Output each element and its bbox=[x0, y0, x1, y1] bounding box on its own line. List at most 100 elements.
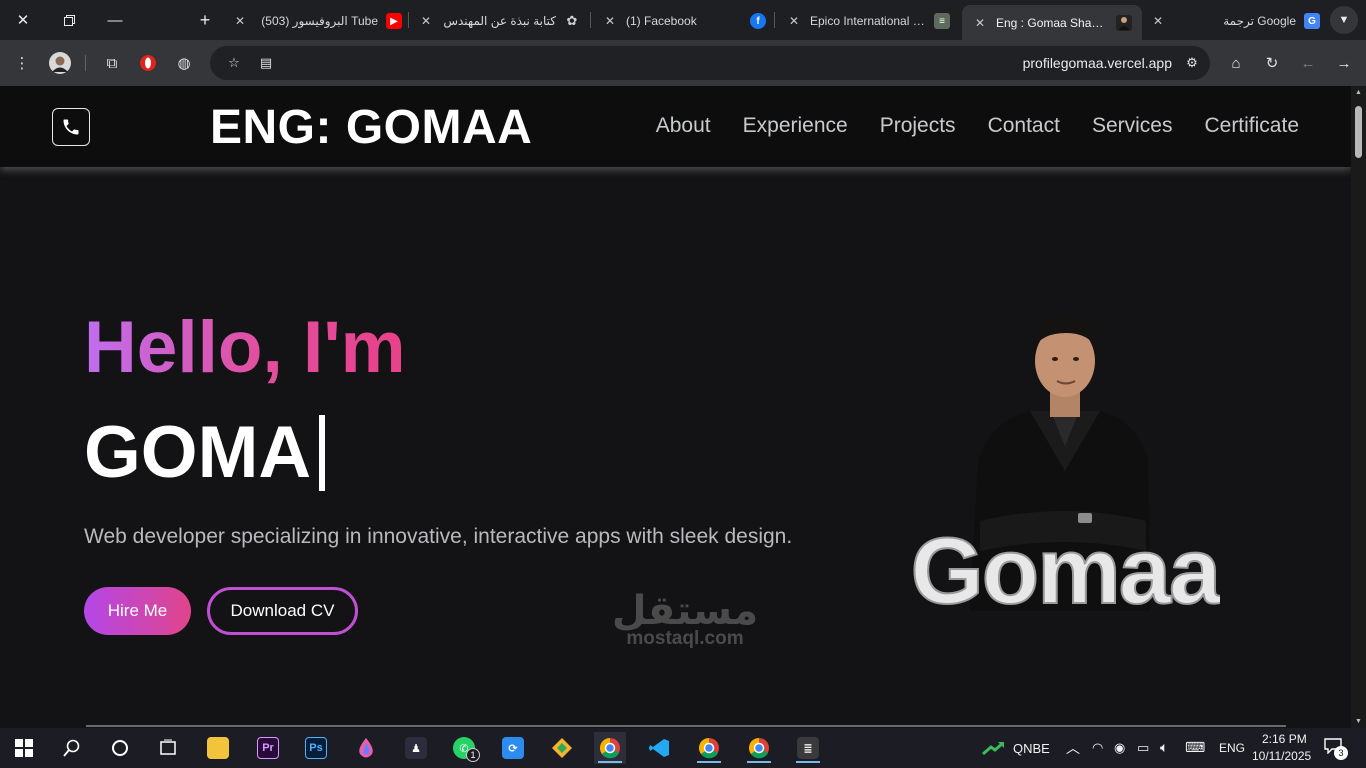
tab-gomaa-active[interactable]: ✕ Eng : Gomaa Shaban bbox=[962, 5, 1142, 40]
tab-close-icon[interactable]: ✕ bbox=[972, 16, 988, 30]
forward-button[interactable]: → bbox=[1330, 49, 1358, 77]
taskbar-app-doc[interactable]: ≣ bbox=[792, 732, 824, 764]
chevron-down-icon: ▼ bbox=[1338, 14, 1350, 26]
menu-button[interactable]: ⋮ bbox=[8, 49, 36, 77]
nav-services[interactable]: Services bbox=[1092, 114, 1173, 138]
tab-chatgpt[interactable]: ✕ كتابة نبذة عن المهندس ✿ bbox=[418, 6, 580, 36]
nav-about[interactable]: About bbox=[656, 114, 711, 138]
start-button[interactable] bbox=[8, 732, 40, 764]
network-icon[interactable]: ◠ bbox=[1092, 740, 1103, 756]
close-window-button[interactable]: ✕ bbox=[0, 0, 46, 40]
back-button[interactable]: ← bbox=[1294, 49, 1322, 77]
puzzle-icon: ⧉ bbox=[106, 54, 118, 72]
notification-center-button[interactable]: 3 bbox=[1324, 738, 1348, 760]
task-view-icon bbox=[160, 739, 176, 755]
nav-experience[interactable]: Experience bbox=[743, 114, 848, 138]
nav-contact[interactable]: Contact bbox=[988, 114, 1060, 138]
tab-close-icon[interactable]: ✕ bbox=[602, 14, 618, 28]
scroll-thumb[interactable] bbox=[1355, 106, 1362, 158]
epico-icon: ≡ bbox=[934, 13, 950, 29]
taskbar-app-person[interactable]: ♟ bbox=[400, 732, 432, 764]
chrome-icon bbox=[699, 738, 719, 759]
tab-close-icon[interactable]: ✕ bbox=[1150, 14, 1166, 28]
extension-globe-button[interactable]: ◍ bbox=[170, 49, 198, 77]
tray-chevron-up-icon[interactable]: ︿ bbox=[1066, 738, 1080, 758]
battery-icon[interactable]: ▭ bbox=[1137, 740, 1149, 756]
restore-window-button[interactable] bbox=[46, 0, 92, 40]
address-bar[interactable]: ☆ ▤ profilegomaa.vercel.app ⚙ bbox=[210, 46, 1210, 80]
tab-close-icon[interactable]: ✕ bbox=[232, 14, 248, 28]
translate-page-icon[interactable]: ▤ bbox=[256, 53, 276, 73]
clock-date[interactable]: 10/11/2025 bbox=[1252, 749, 1311, 763]
stock-widget[interactable] bbox=[982, 740, 1006, 761]
taskbar-app-drop[interactable] bbox=[350, 732, 382, 764]
sync-app-icon: ⟳ bbox=[502, 737, 524, 759]
tab-close-icon[interactable]: ✕ bbox=[418, 14, 434, 28]
tab-search-dropdown-button[interactable]: ▼ bbox=[1330, 6, 1358, 34]
clock-time[interactable]: 2:16 PM bbox=[1262, 732, 1307, 746]
browser-tab-strip: ✕ — + ✕ البروفيسور (503) Tube ▶ ✕ كتابة … bbox=[0, 0, 1366, 40]
tab-google-translate[interactable]: ✕ ترجمة Google G bbox=[1150, 6, 1320, 36]
nav-certificate[interactable]: Certificate bbox=[1204, 114, 1299, 138]
windows-icon bbox=[15, 739, 33, 757]
taskbar-file-explorer[interactable] bbox=[202, 732, 234, 764]
reload-button[interactable]: ↻ bbox=[1258, 49, 1286, 77]
scroll-down-arrow[interactable]: ▼ bbox=[1354, 718, 1363, 725]
stock-up-icon bbox=[982, 741, 1004, 756]
more-vert-icon: ⋮ bbox=[14, 55, 30, 72]
tab-youtube[interactable]: ✕ البروفيسور (503) Tube ▶ bbox=[232, 6, 402, 36]
taskbar-chrome-active[interactable] bbox=[594, 732, 626, 764]
minimize-window-button[interactable]: — bbox=[92, 0, 138, 40]
bookmark-star-icon[interactable]: ☆ bbox=[224, 53, 244, 73]
portrait-name-text: Gomaa bbox=[911, 518, 1220, 611]
taskbar-premiere[interactable]: Pr bbox=[252, 732, 284, 764]
tab-epico[interactable]: ✕ Epico International Gr ≡ bbox=[786, 6, 950, 36]
folder-icon bbox=[207, 737, 229, 759]
language-indicator[interactable]: ENG bbox=[1219, 741, 1245, 755]
keyboard-icon[interactable]: ⌨ bbox=[1185, 739, 1205, 756]
hire-me-button[interactable]: Hire Me bbox=[84, 587, 191, 635]
taskbar-chrome-2[interactable] bbox=[693, 732, 725, 764]
mostaql-watermark: مستقل mostaql.com bbox=[612, 588, 758, 648]
task-view-button[interactable] bbox=[152, 732, 184, 764]
phone-button[interactable] bbox=[52, 108, 90, 146]
phone-icon bbox=[63, 119, 79, 135]
volume-icon[interactable]: 🔈︎ bbox=[1160, 739, 1168, 756]
taskbar-whatsapp[interactable]: ✆ 1 bbox=[448, 732, 480, 764]
extension-opera-button[interactable] bbox=[134, 49, 162, 77]
page-scrollbar[interactable]: ▲ ▼ bbox=[1351, 86, 1366, 728]
extensions-button[interactable]: ⧉ bbox=[98, 49, 126, 77]
search-button[interactable] bbox=[56, 732, 88, 764]
taskbar-chrome-3[interactable] bbox=[743, 732, 775, 764]
premiere-icon: Pr bbox=[257, 737, 279, 759]
tab-facebook[interactable]: ✕ (1) Facebook f bbox=[602, 6, 766, 36]
stock-ticker[interactable]: QNBE bbox=[1013, 741, 1050, 756]
nav-projects[interactable]: Projects bbox=[880, 114, 956, 138]
person-app-icon: ♟ bbox=[405, 737, 427, 759]
reload-icon: ↻ bbox=[1265, 55, 1279, 72]
meet-now-icon[interactable]: ◉ bbox=[1114, 740, 1125, 756]
chrome-icon bbox=[600, 738, 620, 759]
taskbar-vscode[interactable] bbox=[643, 732, 675, 764]
globe-icon: ◍ bbox=[177, 55, 191, 72]
taskbar-app-tools[interactable] bbox=[546, 732, 578, 764]
download-cv-button[interactable]: Download CV bbox=[207, 587, 358, 635]
typed-name-text: GOMA bbox=[84, 412, 312, 493]
windows-taskbar: Pr Ps ♟ ✆ 1 ⟳ ≣ QNBE ︿ ◠ ◉ ▭ 🔈︎ ⌨ ENG 2:… bbox=[0, 728, 1366, 768]
tab-close-icon[interactable]: ✕ bbox=[786, 14, 802, 28]
home-button[interactable]: ⌂ bbox=[1222, 49, 1250, 77]
tab-title: كتابة نبذة عن المهندس bbox=[443, 14, 556, 28]
cortana-button[interactable] bbox=[104, 732, 136, 764]
restore-icon bbox=[63, 14, 75, 26]
scroll-up-arrow[interactable]: ▲ bbox=[1354, 89, 1363, 96]
profile-button[interactable] bbox=[46, 49, 74, 77]
url-text[interactable]: profilegomaa.vercel.app bbox=[1023, 55, 1172, 71]
site-navbar: ENG: GOMAA About Experience Projects Con… bbox=[0, 86, 1351, 167]
new-tab-button[interactable]: + bbox=[182, 0, 228, 40]
site-brand[interactable]: ENG: GOMAA bbox=[210, 100, 532, 155]
watermark-latin-text: mostaql.com bbox=[626, 628, 743, 648]
taskbar-photoshop[interactable]: Ps bbox=[300, 732, 332, 764]
vscode-icon bbox=[649, 739, 669, 757]
taskbar-app-sync[interactable]: ⟳ bbox=[497, 732, 529, 764]
site-settings-icon[interactable]: ⚙ bbox=[1182, 53, 1202, 73]
